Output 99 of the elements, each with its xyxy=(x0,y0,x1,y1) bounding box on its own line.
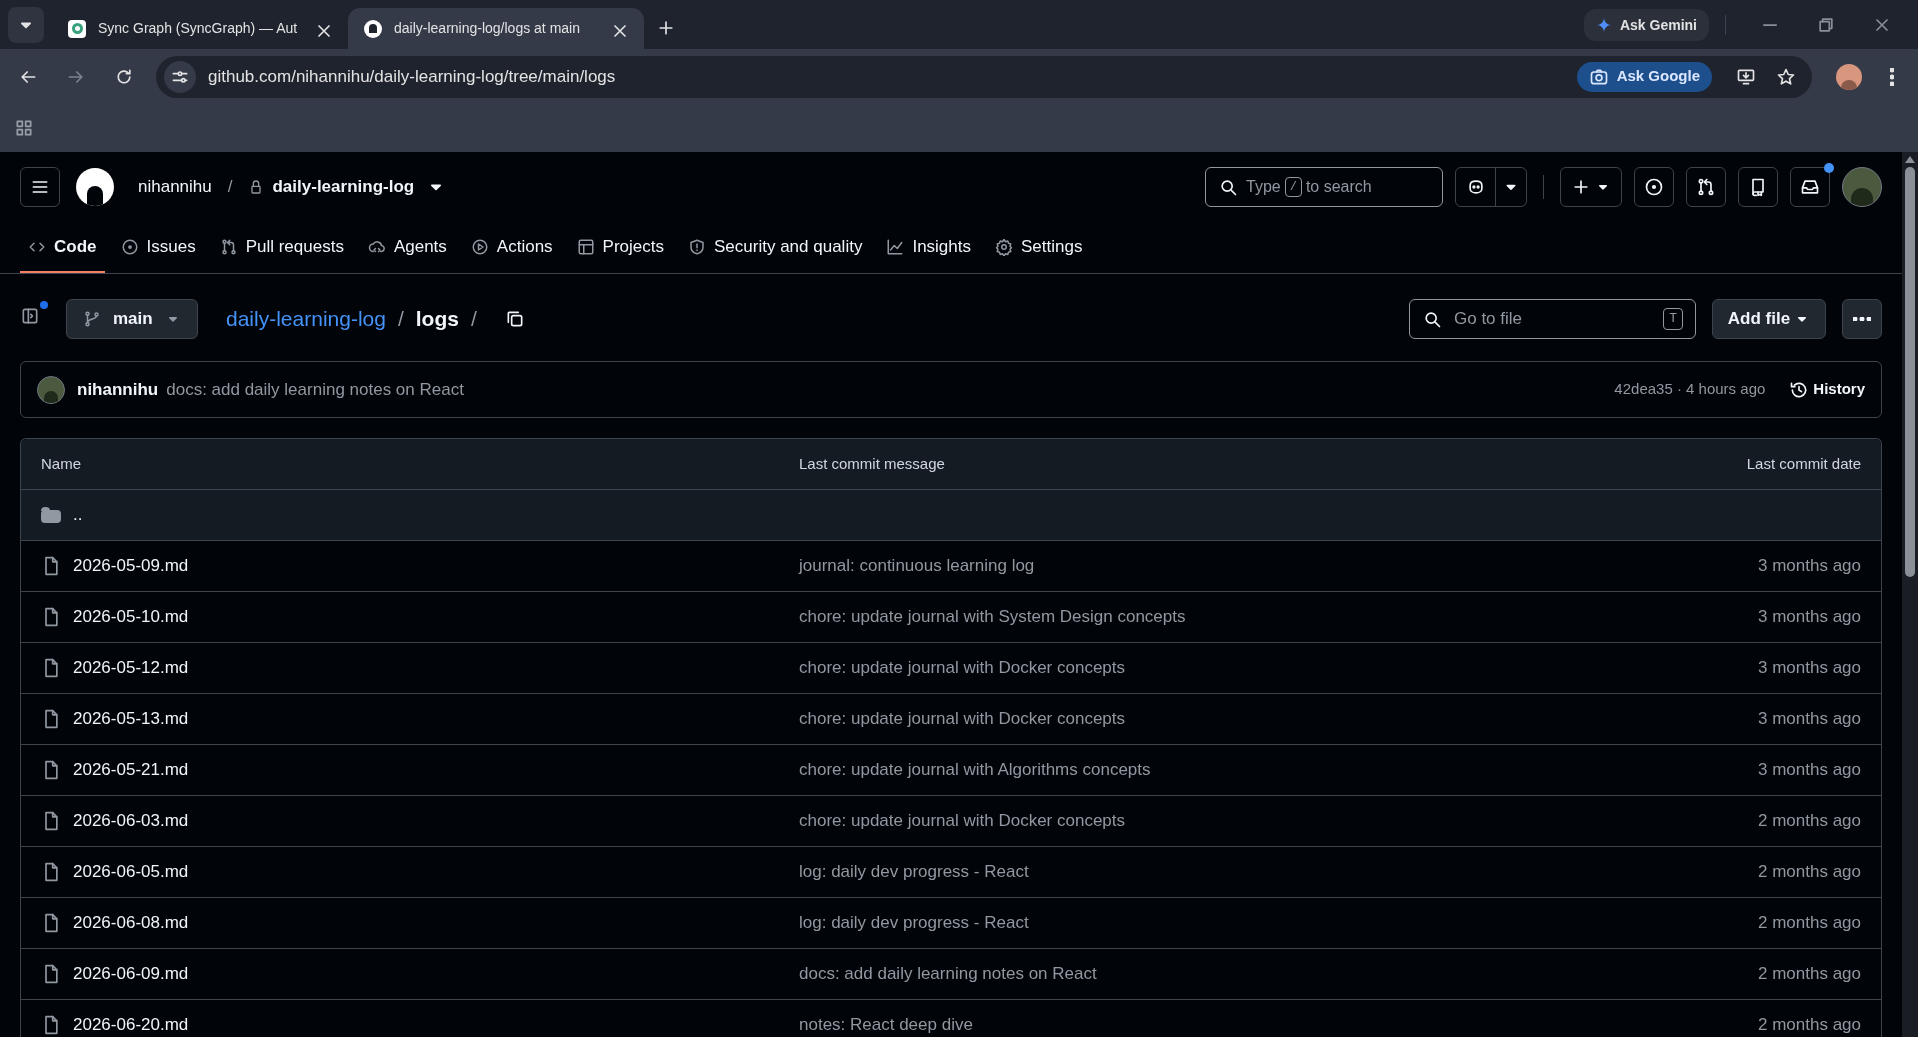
commit-date: 3 months ago xyxy=(1758,606,1861,629)
commit-author[interactable]: nihannihu xyxy=(77,376,159,403)
tab-title: Sync Graph (SyncGraph) — Aut xyxy=(98,19,299,38)
commit-hash-time[interactable]: 42dea35 · 4 hours ago xyxy=(1614,378,1766,401)
pull-request-icon xyxy=(219,237,238,256)
circle-dot-icon xyxy=(1644,177,1664,197)
add-file-button[interactable]: Add file xyxy=(1712,299,1826,339)
commit-message-link[interactable]: chore: update journal with Algorithms concepts xyxy=(783,757,1758,783)
issues-button[interactable] xyxy=(1634,167,1674,207)
nav-tab[interactable]: Insights xyxy=(878,222,979,273)
pull-request-icon xyxy=(1696,177,1716,197)
nav-tab[interactable]: Settings xyxy=(987,222,1091,273)
search-icon xyxy=(1218,177,1238,197)
more-icon xyxy=(1853,317,1871,321)
url-text: github.com/nihannihu/daily-learning-log/tree/main/logs xyxy=(208,65,617,88)
file-link[interactable]: 2026-05-12.md xyxy=(73,655,189,681)
commit-date: 2 months ago xyxy=(1758,810,1861,833)
commit-message-link[interactable]: chore: update journal with System Design concepts xyxy=(783,604,1758,630)
branch-icon xyxy=(83,310,101,328)
shield-icon xyxy=(688,237,707,256)
inbox-icon xyxy=(1800,177,1820,197)
ask-google-button[interactable]: Ask Google xyxy=(1576,61,1712,92)
column-header: Last commit date xyxy=(1746,453,1861,474)
circle-dot-icon xyxy=(120,237,139,256)
commit-message-link[interactable]: docs: add daily learning notes on React xyxy=(783,961,1758,987)
commit-date: 2 months ago xyxy=(1758,912,1861,935)
path-separator: / xyxy=(227,176,233,199)
commit-date: 2 months ago xyxy=(1758,963,1861,986)
nav-tab[interactable]: Issues xyxy=(112,222,204,273)
commit-date: 3 months ago xyxy=(1758,759,1861,782)
file-link[interactable]: 2026-06-08.md xyxy=(73,910,189,936)
commit-date: 3 months ago xyxy=(1758,708,1861,731)
commit-message-link[interactable]: notes: React deep dive xyxy=(783,1012,1758,1037)
graph-icon xyxy=(886,237,905,256)
file-link[interactable]: 2026-05-10.md xyxy=(73,604,189,630)
repo-link[interactable]: daily-learning-log xyxy=(272,174,415,200)
nav-tab[interactable]: Security and quality xyxy=(680,222,871,273)
file-link[interactable]: 2026-06-09.md xyxy=(73,961,189,987)
star-icon xyxy=(1776,66,1796,87)
restore-icon xyxy=(1816,15,1836,35)
nav-tab[interactable]: Agents xyxy=(359,222,455,273)
nav-tab[interactable]: Pull requests xyxy=(211,222,352,273)
owner-link[interactable]: nihannihu xyxy=(138,174,212,200)
search-icon xyxy=(1422,309,1442,329)
site-info-button[interactable] xyxy=(164,60,196,93)
search-field[interactable]: Type / to search xyxy=(1205,167,1443,207)
branch-selector[interactable]: main xyxy=(66,299,198,339)
address-bar[interactable]: github.com/nihannihu/daily-learning-log/tree/main/logs Ask Google xyxy=(156,55,1812,98)
path-separator: / xyxy=(470,306,477,333)
commit-message-link[interactable]: chore: update journal with Docker concepts xyxy=(783,706,1758,732)
breadcrumb-current: logs xyxy=(415,306,459,333)
commit-date: 3 months ago xyxy=(1758,657,1861,680)
commit-date: 3 months ago xyxy=(1758,555,1861,578)
minimize-icon xyxy=(1763,24,1777,26)
file-link[interactable]: 2026-05-21.md xyxy=(73,757,189,783)
browser-tab[interactable]: daily-learning-log/logs at main xyxy=(348,8,644,49)
commit-message-link[interactable]: journal: continuous learning log xyxy=(783,553,1758,579)
commit-message-link[interactable]: chore: update journal with Docker concepts xyxy=(783,655,1758,681)
parent-directory-link[interactable]: .. xyxy=(73,502,83,528)
browser-tab[interactable]: Sync Graph (SyncGraph) — Aut xyxy=(52,8,348,49)
nav-tab[interactable]: Code xyxy=(20,222,105,273)
path-separator: / xyxy=(397,306,404,333)
commit-date: 2 months ago xyxy=(1758,861,1861,884)
breadcrumb-link[interactable]: daily-learning-log xyxy=(226,303,386,335)
commit-message-link[interactable]: log: daily dev progress - React xyxy=(783,910,1758,936)
gear-icon xyxy=(995,237,1013,256)
file-link[interactable]: 2026-05-13.md xyxy=(73,706,189,732)
commit-message-link[interactable]: chore: update journal with Docker concepts xyxy=(783,808,1758,834)
grid-icon xyxy=(14,118,34,138)
column-header: Last commit message xyxy=(798,453,946,474)
go-to-file-field[interactable]: Go to file T xyxy=(1409,299,1696,339)
column-header: Name xyxy=(41,453,82,474)
commit-date: 2 months ago xyxy=(1758,1014,1861,1037)
tab-title: daily-learning-log/logs at main xyxy=(394,19,581,38)
table-icon xyxy=(576,237,595,256)
menu-button[interactable] xyxy=(20,167,60,207)
tab-search-button[interactable] xyxy=(8,7,44,43)
pull-requests-button[interactable] xyxy=(1686,167,1726,207)
more-options-button[interactable] xyxy=(1842,299,1882,339)
folder-icon xyxy=(41,507,61,523)
file-link[interactable]: 2026-06-20.md xyxy=(73,1012,189,1037)
create-new-button[interactable] xyxy=(1560,167,1622,207)
user-avatar[interactable] xyxy=(1842,167,1882,207)
file-link[interactable]: 2026-06-05.md xyxy=(73,859,189,885)
nav-tab[interactable]: Actions xyxy=(462,222,561,273)
play-icon xyxy=(470,237,489,256)
nav-tab[interactable]: Projects xyxy=(568,222,673,273)
commit-message-link[interactable]: log: daily dev progress - React xyxy=(783,859,1758,885)
profile-avatar[interactable] xyxy=(1836,63,1862,90)
more-icon xyxy=(1890,67,1894,86)
file-link[interactable]: 2026-06-03.md xyxy=(73,808,189,834)
history-button[interactable]: History xyxy=(1789,378,1865,401)
repositories-button[interactable] xyxy=(1738,167,1778,207)
author-avatar xyxy=(37,375,65,404)
scrollbar[interactable] xyxy=(1902,152,1918,1037)
ask-gemini-button[interactable]: Ask Gemini xyxy=(1583,9,1709,41)
commit-message[interactable]: docs: add daily learning notes on React xyxy=(166,376,464,403)
sync-logo-icon xyxy=(68,19,86,38)
file-link[interactable]: 2026-05-09.md xyxy=(73,553,189,579)
